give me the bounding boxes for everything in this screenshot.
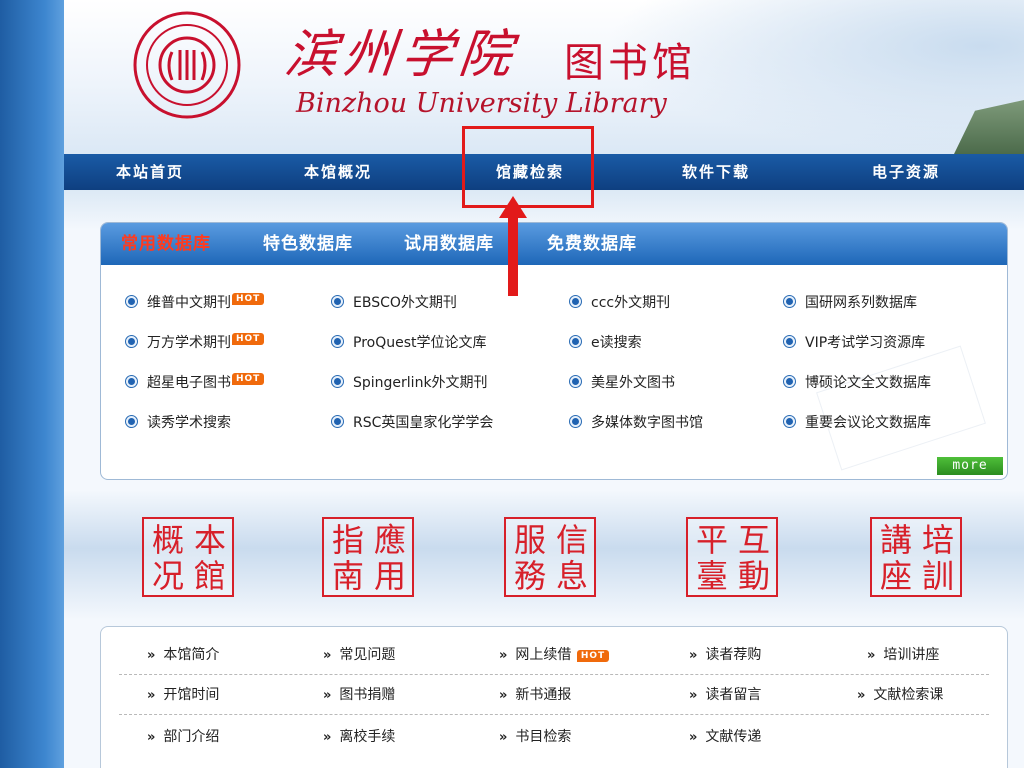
brand-name-english: Binzhou University Library — [296, 88, 667, 119]
link-retrieval-course[interactable]: » 文献检索课 — [857, 685, 943, 705]
bullet-icon — [331, 375, 344, 388]
bullet-icon — [783, 335, 796, 348]
bullet-icon — [125, 335, 138, 348]
double-chevron-icon: » — [689, 688, 698, 703]
university-logo-icon[interactable] — [132, 10, 242, 120]
double-chevron-icon: » — [689, 648, 698, 663]
tab-trial-databases[interactable]: 试用数据库 — [404, 223, 494, 265]
list-item[interactable]: EBSCO外文期刊 — [331, 293, 457, 313]
double-chevron-icon: » — [499, 730, 508, 745]
double-chevron-icon: » — [499, 688, 508, 703]
link-departments[interactable]: » 部门介绍 — [147, 727, 219, 747]
link-online-renewal[interactable]: » 网上续借 HOT — [499, 645, 610, 665]
link-book-donation[interactable]: » 图书捐赠 — [323, 685, 395, 705]
bullet-icon — [569, 375, 582, 388]
list-item[interactable]: 重要会议论文数据库 — [783, 413, 931, 433]
list-item[interactable]: 超星电子图书 HOT — [125, 373, 265, 393]
list-item[interactable]: 国研网系列数据库 — [783, 293, 917, 313]
tab-common-databases[interactable]: 常用数据库 — [121, 223, 211, 265]
bullet-icon — [783, 415, 796, 428]
list-item[interactable]: Spingerlink外文期刊 — [331, 373, 488, 393]
main-navigation: 本站首页 本馆概况 馆藏检索 软件下载 电子资源 — [64, 154, 1024, 190]
tab-special-databases[interactable]: 特色数据库 — [263, 223, 353, 265]
list-item[interactable]: ccc外文期刊 — [569, 293, 670, 313]
stamp-services[interactable]: 信 服 息 務 — [504, 517, 596, 597]
database-tabs: 常用数据库 特色数据库 试用数据库 免费数据库 — [101, 223, 1007, 265]
bullet-icon — [331, 415, 344, 428]
link-leaving-procedures[interactable]: » 离校手续 — [323, 727, 395, 747]
hot-badge: HOT — [232, 373, 265, 385]
row-divider — [119, 714, 989, 715]
double-chevron-icon: » — [689, 730, 698, 745]
link-opening-hours[interactable]: » 开馆时间 — [147, 685, 219, 705]
list-item[interactable]: 读秀学术搜索 — [125, 413, 231, 433]
bullet-icon — [331, 295, 344, 308]
stamp-training[interactable]: 培 講 訓 座 — [870, 517, 962, 597]
bullet-icon — [569, 415, 582, 428]
nav-item-catalog-search[interactable]: 馆藏检索 — [496, 154, 564, 190]
quick-links-panel: » 本馆简介 » 常见问题 » 网上续借 HOT » 读者荐购 » 培训讲座 » 开馆时间 … — [100, 626, 1008, 768]
row-divider — [119, 674, 989, 675]
list-item[interactable]: RSC英国皇家化学学会 — [331, 413, 493, 433]
hot-badge: HOT — [232, 293, 265, 305]
hot-badge: HOT — [576, 650, 610, 662]
bullet-icon — [331, 335, 344, 348]
double-chevron-icon: » — [323, 688, 332, 703]
list-item[interactable]: 维普中文期刊 HOT — [125, 293, 265, 313]
stamp-guide[interactable]: 應 指 用 南 — [322, 517, 414, 597]
library-page: 滨州学院 图书馆 Binzhou University Library 本站首页… — [64, 0, 1024, 768]
double-chevron-icon: » — [867, 648, 876, 663]
list-item[interactable]: 博硕论文全文数据库 — [783, 373, 931, 393]
site-header: 滨州学院 图书馆 Binzhou University Library — [64, 0, 1024, 154]
double-chevron-icon: » — [499, 648, 508, 663]
link-reader-recommend[interactable]: » 读者荐购 — [689, 645, 761, 665]
nav-item-home[interactable]: 本站首页 — [116, 154, 184, 190]
bullet-icon — [569, 335, 582, 348]
link-training-lectures[interactable]: » 培训讲座 — [867, 645, 939, 665]
list-item[interactable]: 多媒体数字图书馆 — [569, 413, 703, 433]
link-document-delivery[interactable]: » 文献传递 — [689, 727, 761, 747]
bullet-icon — [783, 295, 796, 308]
more-button[interactable]: more — [937, 457, 1003, 475]
red-arrow-icon — [499, 196, 527, 296]
double-chevron-icon: » — [147, 730, 156, 745]
bullet-icon — [125, 415, 138, 428]
list-item[interactable]: 万方学术期刊 HOT — [125, 333, 265, 353]
bullet-icon — [783, 375, 796, 388]
link-new-books[interactable]: » 新书通报 — [499, 685, 571, 705]
list-item[interactable]: VIP考试学习资源库 — [783, 333, 925, 353]
double-chevron-icon: » — [323, 730, 332, 745]
panel-watermark — [816, 345, 986, 471]
nav-item-software-download[interactable]: 软件下载 — [682, 154, 750, 190]
bullet-icon — [125, 375, 138, 388]
tab-free-databases[interactable]: 免费数据库 — [547, 223, 637, 265]
database-panel: 常用数据库 特色数据库 试用数据库 免费数据库 维普中文期刊 HOT 万方学术期刊… — [100, 222, 1008, 480]
nav-item-overview[interactable]: 本馆概况 — [304, 154, 372, 190]
link-reader-messages[interactable]: » 读者留言 — [689, 685, 761, 705]
double-chevron-icon: » — [147, 648, 156, 663]
link-library-intro[interactable]: » 本馆简介 — [147, 645, 219, 665]
nav-item-e-resources[interactable]: 电子资源 — [872, 154, 940, 190]
list-item[interactable]: e读搜索 — [569, 333, 642, 353]
double-chevron-icon: » — [147, 688, 156, 703]
list-item[interactable]: 美星外文图书 — [569, 373, 675, 393]
link-catalog-search[interactable]: » 书目检索 — [499, 727, 571, 747]
bullet-icon — [569, 295, 582, 308]
double-chevron-icon: » — [857, 688, 866, 703]
stamp-interaction[interactable]: 互 平 動 臺 — [686, 517, 778, 597]
hot-badge: HOT — [232, 333, 265, 345]
brand-library-chinese: 图书馆 — [564, 40, 696, 86]
brand-name-chinese: 滨州学院 — [282, 25, 521, 85]
double-chevron-icon: » — [323, 648, 332, 663]
list-item[interactable]: ProQuest学位论文库 — [331, 333, 487, 353]
left-background-strip — [0, 0, 64, 768]
stamp-overview[interactable]: 本 概 館 况 — [142, 517, 234, 597]
link-faq[interactable]: » 常见问题 — [323, 645, 395, 665]
bullet-icon — [125, 295, 138, 308]
